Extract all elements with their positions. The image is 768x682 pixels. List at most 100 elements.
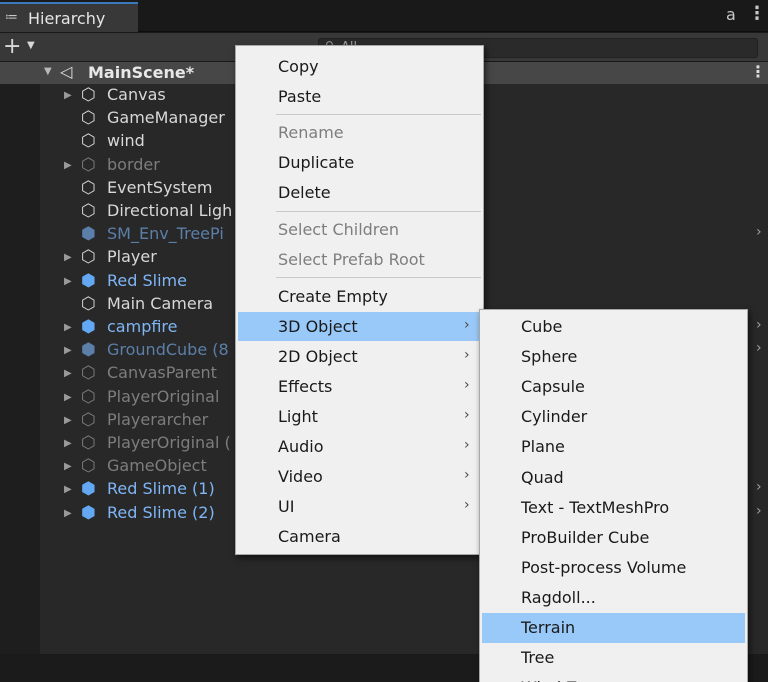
fold-arrow-icon[interactable]: ▶ xyxy=(64,508,72,519)
submenu-item-label: Post-process Volume xyxy=(521,557,687,577)
scene-options-kebab-icon[interactable]: ⋮ xyxy=(750,62,766,81)
menu-item-video[interactable]: Video › xyxy=(236,462,483,491)
hierarchy-row-label: SM_Env_TreePi xyxy=(107,224,224,244)
menu-item-label: Rename xyxy=(278,123,344,142)
menu-item-label: Copy xyxy=(278,57,319,76)
gameobject-cube-icon: ⬡ xyxy=(81,85,96,105)
menu-item-light[interactable]: Light › xyxy=(236,402,483,431)
fold-arrow-icon[interactable]: ▶ xyxy=(64,368,72,379)
submenu-item-label: Sphere xyxy=(521,347,578,367)
submenu-arrow-icon: › xyxy=(464,467,470,483)
submenu-item-plane[interactable]: Plane xyxy=(480,432,747,462)
submenu-item-terrain[interactable]: Terrain xyxy=(482,613,745,643)
menu-separator xyxy=(276,211,481,212)
menu-item-label: UI xyxy=(278,497,295,516)
fold-arrow-icon[interactable]: ▶ xyxy=(64,322,72,333)
tab-hierarchy-label: Hierarchy xyxy=(28,9,106,28)
menu-item-label: Effects xyxy=(278,377,333,396)
submenu-item-label: Capsule xyxy=(521,377,585,397)
lock-icon[interactable]: a xyxy=(726,5,736,24)
hierarchy-row-label: GameObject xyxy=(107,456,207,476)
hierarchy-row-label: Directional Ligh xyxy=(107,201,233,220)
unity-scene-icon: ◁ xyxy=(60,62,73,81)
prefab-open-arrow-icon[interactable]: › xyxy=(756,340,762,356)
add-object-plus-icon[interactable]: + xyxy=(3,34,21,59)
submenu-arrow-icon: › xyxy=(464,377,470,393)
hierarchy-row-label: CanvasParent xyxy=(107,363,217,383)
submenu-item-tree[interactable]: Tree xyxy=(480,643,747,673)
menu-item-label: Paste xyxy=(278,87,322,106)
submenu-arrow-icon: › xyxy=(464,407,470,423)
menu-item-label: Select Prefab Root xyxy=(278,250,425,269)
menu-item-duplicate[interactable]: Duplicate xyxy=(236,148,483,177)
submenu-item-cylinder[interactable]: Cylinder xyxy=(480,402,747,432)
submenu-arrow-icon: › xyxy=(464,317,470,333)
scene-fold-arrow-icon[interactable]: ▼ xyxy=(44,66,52,77)
menu-item-3d-object[interactable]: 3D Object › xyxy=(238,312,481,341)
submenu-item-ragdoll[interactable]: Ragdoll... xyxy=(480,583,747,613)
fold-arrow-icon[interactable]: ▶ xyxy=(64,90,72,101)
fold-arrow-icon[interactable]: ▶ xyxy=(64,392,72,403)
fold-arrow-icon[interactable]: ▶ xyxy=(64,415,72,426)
hierarchy-row-label: GroundCube (8 xyxy=(107,340,229,360)
window-options-kebab-icon[interactable]: ⋮ xyxy=(748,3,766,24)
submenu-item-capsule[interactable]: Capsule xyxy=(480,372,747,402)
submenu-item-label: Cube xyxy=(521,317,563,336)
submenu-item-label: ProBuilder Cube xyxy=(521,527,650,547)
gameobject-cube-icon: ⬡ xyxy=(81,386,96,407)
menu-item-paste[interactable]: Paste xyxy=(236,82,483,111)
prefab-cube-icon: ⬢ xyxy=(81,479,96,500)
gameobject-cube-icon: ⬡ xyxy=(81,108,96,129)
submenu-item-wind-zone[interactable]: Wind Zone xyxy=(480,673,747,682)
submenu-item-sphere[interactable]: Sphere xyxy=(480,342,747,372)
gameobject-cube-icon: ⬡ xyxy=(81,177,96,198)
menu-item-label: Audio xyxy=(278,437,324,456)
menu-item-select-children: Select Children xyxy=(236,215,483,244)
hierarchy-row-label: Red Slime (2) xyxy=(107,502,215,522)
prefab-cube-icon: ⬢ xyxy=(81,340,96,361)
submenu-item-probuilder-cube[interactable]: ProBuilder Cube xyxy=(480,523,747,553)
prefab-open-arrow-icon[interactable]: › xyxy=(756,479,762,495)
fold-arrow-icon[interactable]: ▶ xyxy=(64,438,72,449)
menu-item-2d-object[interactable]: 2D Object › xyxy=(236,342,483,371)
submenu-arrow-icon: › xyxy=(464,347,470,363)
submenu-item-quad[interactable]: Quad xyxy=(480,463,747,493)
submenu-item-label: Wind Zone xyxy=(521,678,607,682)
gameobject-cube-icon: ⬡ xyxy=(81,433,96,453)
fold-arrow-icon[interactable]: ▶ xyxy=(64,345,72,356)
add-object-dropdown-icon[interactable]: ▼ xyxy=(27,40,35,51)
menu-item-delete[interactable]: Delete xyxy=(236,178,483,207)
fold-arrow-icon[interactable]: ▶ xyxy=(64,484,72,495)
submenu-item-label: Quad xyxy=(521,467,564,487)
gameobject-cube-icon: ⬡ xyxy=(81,456,96,477)
fold-arrow-icon[interactable]: ▶ xyxy=(64,461,72,472)
prefab-open-arrow-icon[interactable]: › xyxy=(756,317,762,333)
submenu-item-cube[interactable]: Cube xyxy=(480,312,747,342)
window-title-bar: ≔ Hierarchy a ⋮ xyxy=(0,0,768,32)
fold-arrow-icon[interactable]: ▶ xyxy=(64,276,72,287)
hierarchy-row-label: campfire xyxy=(107,317,178,336)
menu-item-label: Create Empty xyxy=(278,287,388,306)
menu-item-effects[interactable]: Effects › xyxy=(236,372,483,401)
tab-hierarchy[interactable]: ≔ Hierarchy xyxy=(0,2,138,32)
submenu-item-label: Plane xyxy=(521,437,565,457)
prefab-cube-icon: ⬢ xyxy=(81,224,96,245)
prefab-open-arrow-icon[interactable]: › xyxy=(756,224,762,240)
menu-item-camera[interactable]: Camera xyxy=(236,522,483,551)
submenu-item-text-textmeshpro[interactable]: Text - TextMeshPro xyxy=(480,493,747,523)
hierarchy-row-label: border xyxy=(107,154,160,174)
menu-item-rename: Rename xyxy=(236,118,483,147)
menu-item-create-empty[interactable]: Create Empty xyxy=(236,282,483,311)
submenu-item-post-process-volume[interactable]: Post-process Volume xyxy=(480,553,747,583)
menu-separator xyxy=(276,114,481,115)
menu-item-ui[interactable]: UI › xyxy=(236,492,483,521)
menu-item-audio[interactable]: Audio › xyxy=(236,432,483,461)
menu-item-copy[interactable]: Copy xyxy=(236,52,483,81)
submenu-item-label: Tree xyxy=(521,648,555,668)
gameobject-cube-icon: ⬡ xyxy=(81,154,96,175)
fold-arrow-icon[interactable]: ▶ xyxy=(64,252,72,263)
fold-arrow-icon[interactable]: ▶ xyxy=(64,160,72,171)
submenu-arrow-icon: › xyxy=(464,497,470,513)
prefab-cube-icon: ⬢ xyxy=(81,270,96,291)
prefab-open-arrow-icon[interactable]: › xyxy=(756,503,762,519)
